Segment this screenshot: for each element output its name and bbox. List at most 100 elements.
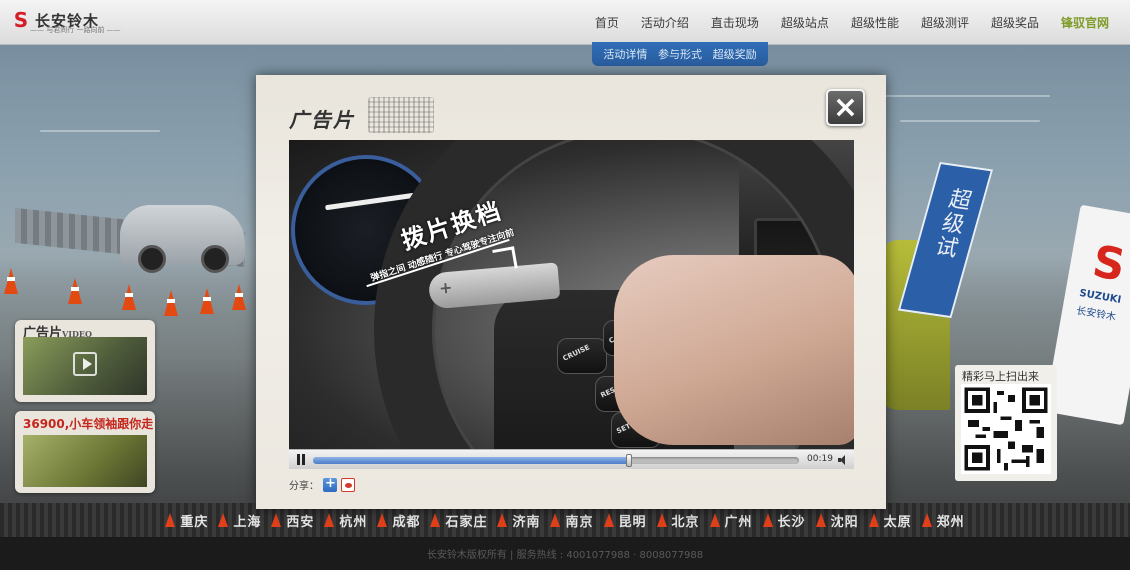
nav-home[interactable]: 首页 [584, 0, 630, 45]
city-label: 南京 [565, 514, 594, 530]
close-button[interactable]: × [826, 89, 865, 126]
site-footer: 长安铃木版权所有 | 服务热线 : 4001077988 · 800807798… [0, 537, 1130, 570]
player-control-bar: 00:19 [289, 449, 854, 469]
city-item[interactable]: 北京 [656, 511, 700, 530]
promo-thumbnail[interactable] [23, 435, 147, 487]
city-item[interactable]: 沈阳 [815, 511, 859, 530]
cone-icon [122, 284, 136, 310]
cone-icon [709, 513, 720, 527]
suzuki-logo-icon: S [1088, 236, 1129, 292]
cone-icon [762, 513, 773, 527]
cone-icon [430, 513, 441, 527]
cone-icon [497, 513, 508, 527]
video-player[interactable]: CRUISE CANCEL RES + SET − 拨片换档 弹指之间 动感随行… [289, 140, 854, 450]
nav-stations[interactable]: 超级站点 [770, 0, 840, 45]
city-label: 昆明 [618, 514, 647, 530]
city-item[interactable]: 昆明 [603, 511, 647, 530]
city-item[interactable]: 成都 [377, 511, 420, 530]
city-label: 成都 [392, 514, 421, 530]
share-plus-icon[interactable] [323, 476, 337, 492]
nav-live[interactable]: 直击现场 [700, 0, 770, 45]
changan-logo-icon: S [13, 8, 29, 32]
nav-performance[interactable]: 超级性能 [840, 0, 910, 45]
subnav-rewards[interactable]: 超级奖励 [713, 46, 757, 62]
city-item[interactable]: 上海 [218, 511, 261, 530]
cone-icon [921, 513, 932, 527]
cone-icon [815, 513, 826, 527]
city-label: 上海 [233, 514, 262, 530]
arrow-icon [492, 246, 518, 272]
cone-icon [200, 288, 214, 314]
city-label: 广州 [724, 514, 753, 530]
qr-code-icon [961, 384, 1051, 474]
cone-icon [324, 513, 335, 527]
logo-tagline: —— 与君同行 一路向前 —— [30, 26, 121, 34]
site-header: S 长安铃木 —— 与君同行 一路向前 —— 首页 活动介绍 直击现场 超级站点… [0, 0, 1130, 45]
city-item[interactable]: 济南 [497, 511, 540, 530]
cone-icon [165, 513, 176, 527]
nav-review[interactable]: 超级测评 [910, 0, 980, 45]
cone-icon [4, 268, 18, 294]
sky-streak [880, 95, 1050, 97]
city-item[interactable]: 太原 [868, 511, 912, 530]
control-label: CRUISE [561, 343, 591, 363]
qr-title: 精彩马上扫出来 [962, 370, 1039, 383]
city-item[interactable]: 广州 [709, 511, 753, 530]
close-icon[interactable]: × [828, 91, 863, 124]
suzuki-cn-text: 长安铃木 [1075, 305, 1117, 324]
city-label: 太原 [883, 514, 912, 530]
hand [614, 255, 854, 445]
progress-handle[interactable] [625, 454, 632, 467]
city-item[interactable]: 南京 [550, 511, 593, 530]
city-label: 郑州 [936, 514, 965, 530]
city-item[interactable]: 西安 [271, 511, 314, 530]
video-modal: 广告片 × CRUISE CANCEL RES + SET − 拨片换档 弹指之… [256, 75, 886, 509]
cone-icon [656, 513, 667, 527]
pause-icon[interactable] [295, 454, 307, 466]
banner-text: 超级试 [929, 185, 974, 261]
cone-icon [377, 513, 388, 527]
cone-icon [218, 513, 229, 527]
city-item[interactable]: 长沙 [762, 511, 806, 530]
city-label: 重庆 [180, 514, 209, 530]
sidebar-promo-card[interactable]: 36900,小车领袖跟你走 [15, 411, 155, 493]
video-thumbnail[interactable] [23, 337, 147, 395]
weibo-icon[interactable] [341, 477, 355, 492]
sub-nav: 活动详情 参与形式 超级奖励 [592, 42, 768, 66]
subnav-participation[interactable]: 参与形式 [658, 46, 702, 62]
share-label: 分享： [289, 481, 319, 492]
city-item[interactable]: 重庆 [165, 511, 208, 530]
qr-panel: 精彩马上扫出来 [955, 365, 1057, 481]
wheel-control: CRUISE [557, 338, 607, 374]
progress-bar[interactable] [313, 454, 799, 467]
main-nav: 首页 活动介绍 直击现场 超级站点 超级性能 超级测评 超级奖品 锋驭官网 [584, 0, 1120, 45]
footer-text: 长安铃木版权所有 | 服务热线 : 4001077988 · 800807798… [426, 550, 704, 561]
modal-title: 广告片 [289, 108, 355, 132]
sky-streak [40, 130, 160, 132]
cone-icon [68, 278, 82, 304]
city-label: 济南 [512, 514, 541, 530]
title-decoration [368, 97, 434, 133]
cone-icon [271, 513, 282, 527]
cone-icon [550, 513, 561, 527]
nav-official-site[interactable]: 锋驭官网 [1050, 0, 1120, 45]
nav-prizes[interactable]: 超级奖品 [980, 0, 1050, 45]
nav-event-intro[interactable]: 活动介绍 [630, 0, 700, 45]
city-label: 西安 [286, 514, 315, 530]
subnav-details[interactable]: 活动详情 [603, 46, 647, 62]
city-label: 杭州 [339, 514, 368, 530]
city-label: 沈阳 [830, 514, 859, 530]
play-icon[interactable] [73, 352, 97, 376]
sidebar-video-card[interactable]: 广告片VIDEO [15, 320, 155, 402]
car-image [120, 205, 245, 273]
cone-icon [603, 513, 614, 527]
volume-icon[interactable] [838, 455, 848, 465]
city-label: 北京 [671, 514, 700, 530]
city-item[interactable]: 杭州 [324, 511, 367, 530]
city-label: 长沙 [777, 514, 806, 530]
city-item[interactable]: 石家庄 [430, 511, 487, 530]
sky-streak [900, 120, 1040, 122]
promo-title: 36900,小车领袖跟你走 [23, 417, 154, 431]
city-item[interactable]: 郑州 [921, 511, 965, 530]
cone-icon [232, 284, 246, 310]
